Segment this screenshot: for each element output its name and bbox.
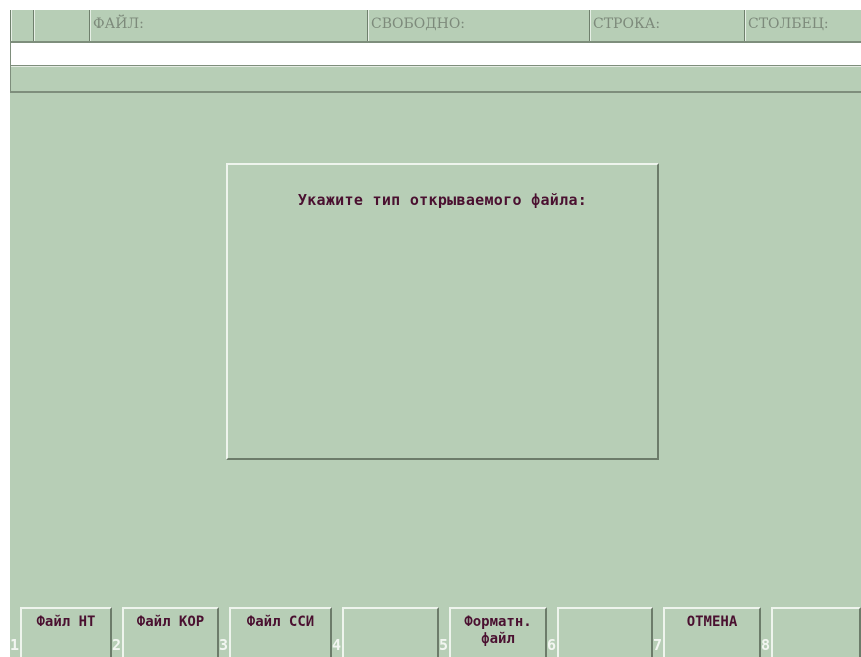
fkey-4[interactable]: 4 (332, 607, 439, 657)
fkey-number: 4 (332, 636, 342, 654)
status-file: ФАЙЛ: (89, 10, 367, 41)
status-cell-blank-1 (10, 10, 33, 41)
fkey-formatted-file-button[interactable]: Форматн. файл (449, 607, 547, 657)
status-cell-blank-2 (33, 10, 89, 41)
fkey-5[interactable]: 5 Форматн. файл (439, 607, 547, 657)
status-row-label: СТРОКА: (593, 16, 661, 32)
fkey-number: 3 (219, 636, 229, 654)
fkey-cancel-button[interactable]: ОТМЕНА (663, 607, 761, 657)
fkey-number: 7 (653, 636, 663, 654)
terminal-screen: ФАЙЛ: СВОБОДНО: СТРОКА: СТОЛБЕЦ: Укажите… (10, 10, 861, 657)
fkey-number: 8 (761, 636, 771, 654)
status-free: СВОБОДНО: (367, 10, 589, 41)
function-key-bar: 1 Файл НТ 2 Файл КОР 3 Файл ССИ 4 5 Форм… (10, 607, 861, 657)
fkey-number: 6 (547, 636, 557, 654)
fkey-6[interactable]: 6 (547, 607, 653, 657)
status-bar: ФАЙЛ: СВОБОДНО: СТРОКА: СТОЛБЕЦ: (10, 10, 861, 43)
fkey-7[interactable]: 7 ОТМЕНА (653, 607, 761, 657)
fkey-file-ssi-button[interactable]: Файл ССИ (229, 607, 332, 657)
fkey-2[interactable]: 2 Файл КОР (112, 607, 219, 657)
open-file-dialog: Укажите тип открываемого файла: (226, 163, 659, 460)
fkey-number: 5 (439, 636, 449, 654)
fkey-4-button[interactable] (342, 607, 439, 657)
dialog-title: Укажите тип открываемого файла: (297, 191, 588, 209)
fkey-8[interactable]: 8 (761, 607, 861, 657)
message-line (10, 66, 861, 93)
fkey-number: 2 (112, 636, 122, 654)
fkey-3[interactable]: 3 Файл ССИ (219, 607, 332, 657)
status-column-label: СТОЛБЕЦ: (748, 16, 829, 32)
fkey-6-button[interactable] (557, 607, 653, 657)
fkey-file-nt-button[interactable]: Файл НТ (20, 607, 112, 657)
status-free-label: СВОБОДНО: (371, 16, 466, 32)
fkey-1[interactable]: 1 Файл НТ (10, 607, 112, 657)
fkey-number: 1 (10, 636, 20, 654)
command-input-line[interactable] (10, 43, 861, 66)
fkey-8-button[interactable] (771, 607, 861, 657)
fkey-file-kor-button[interactable]: Файл КОР (122, 607, 219, 657)
left-edge-divider (10, 43, 11, 91)
status-column: СТОЛБЕЦ: (744, 10, 861, 41)
status-file-label: ФАЙЛ: (93, 16, 144, 32)
status-row: СТРОКА: (589, 10, 744, 41)
